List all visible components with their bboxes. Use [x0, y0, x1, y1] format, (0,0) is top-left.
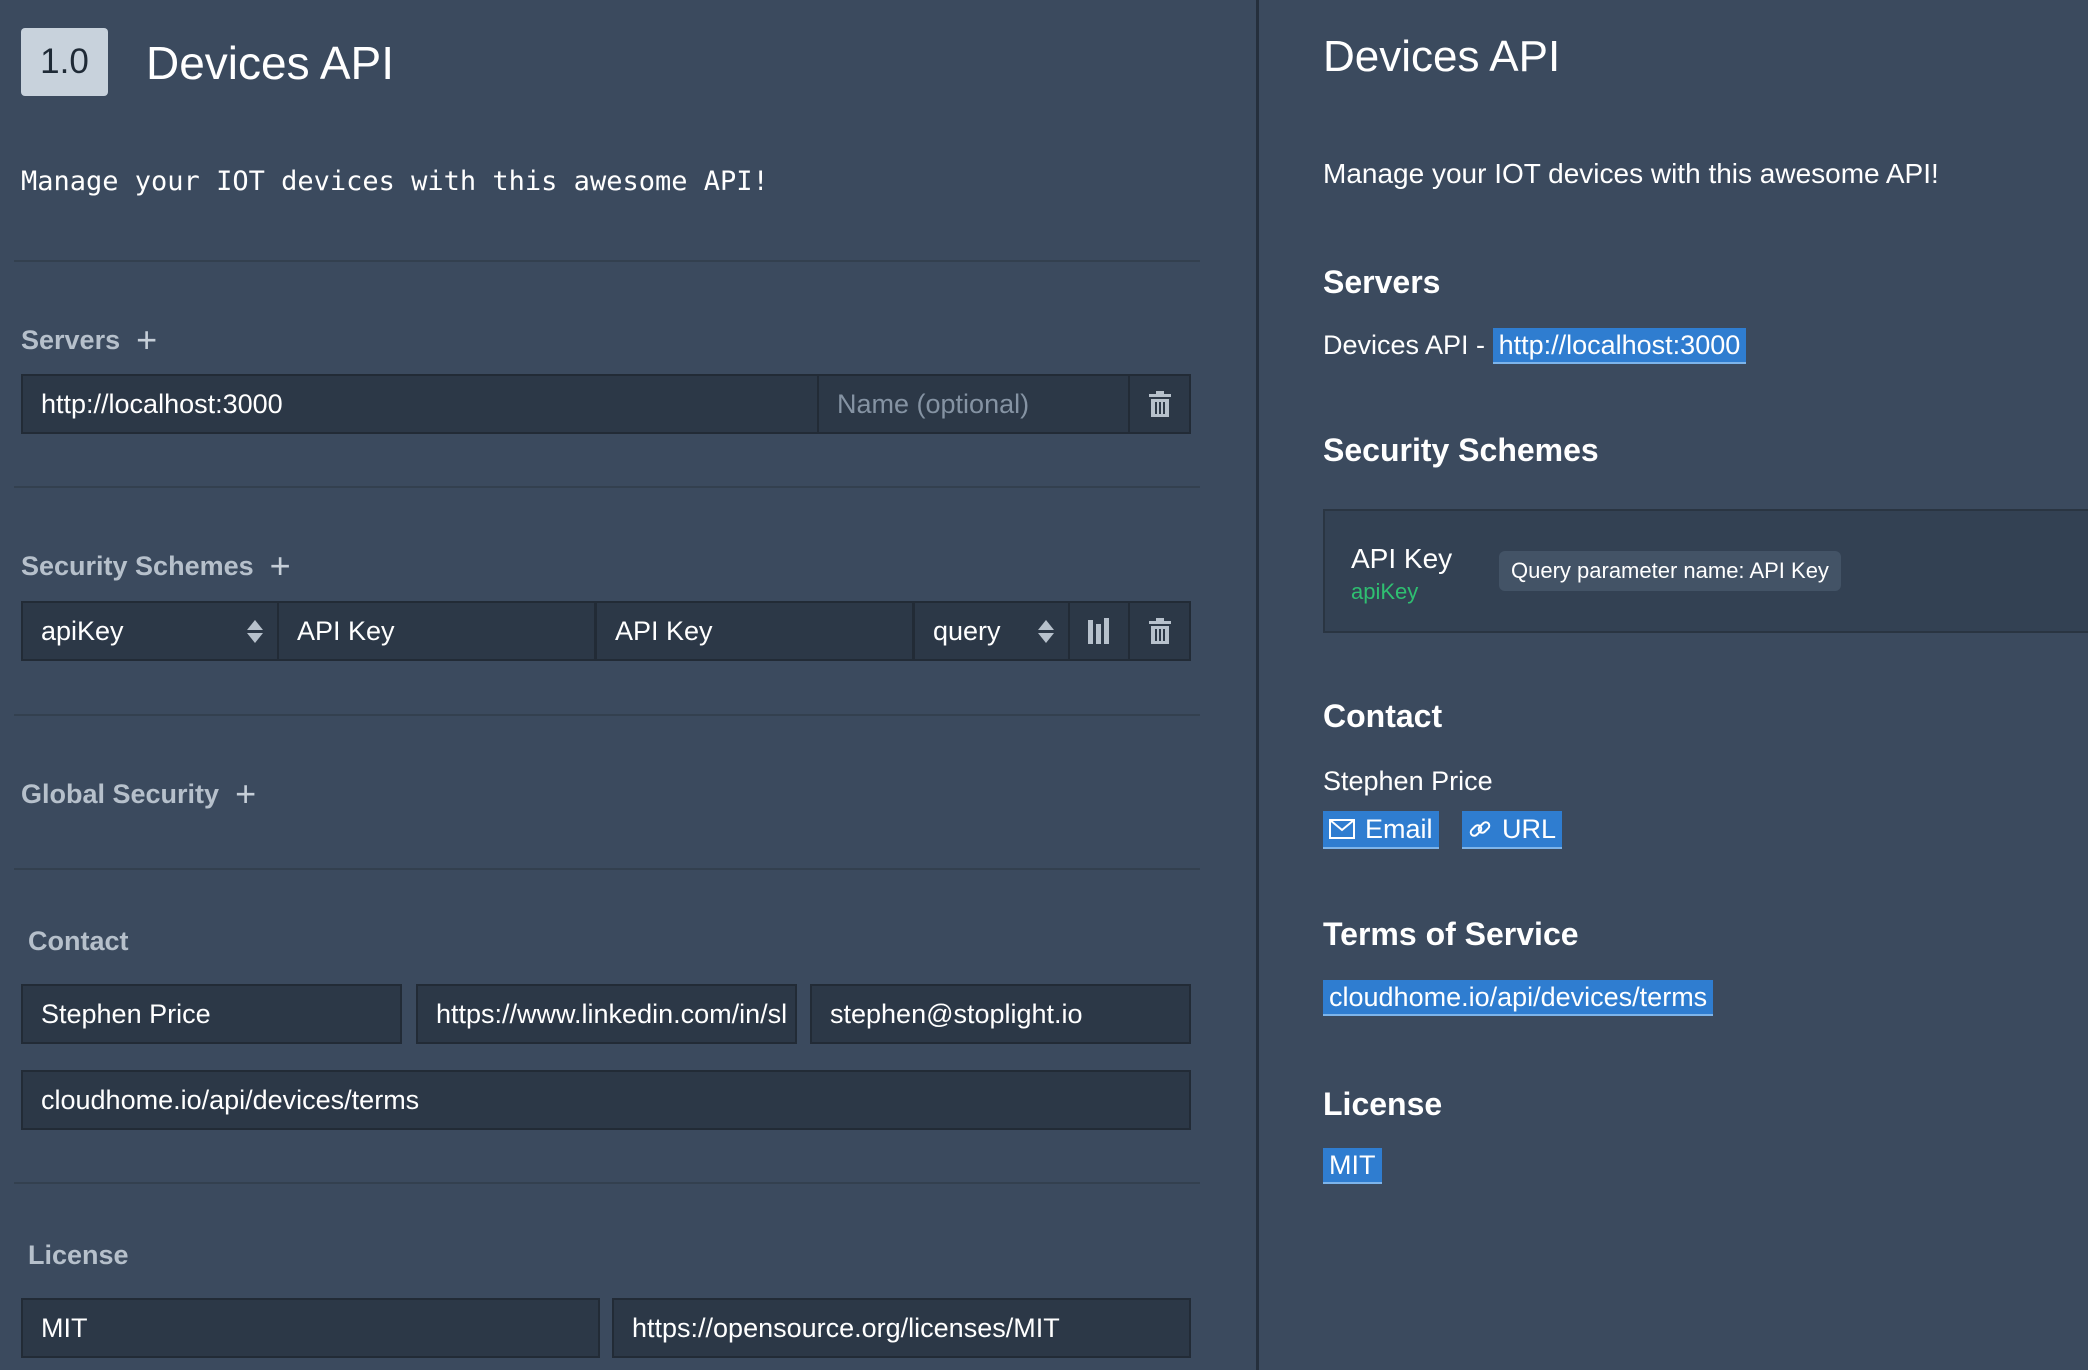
scheme-type-select[interactable]: apiKey	[21, 601, 279, 661]
email-label: Email	[1365, 813, 1433, 844]
contact-email-input[interactable]: stephen@stoplight.io	[810, 984, 1191, 1044]
divider	[14, 1182, 1200, 1184]
servers-section-label: Servers +	[21, 322, 157, 358]
license-url-input[interactable]: https://opensource.org/licenses/MIT	[612, 1298, 1191, 1358]
contact-name-input[interactable]: Stephen Price	[21, 984, 402, 1044]
scheme-type-value: apiKey	[41, 615, 124, 646]
trash-icon	[1148, 618, 1171, 644]
security-scheme-card: API Key apiKey Query parameter name: API…	[1323, 509, 2088, 633]
trash-icon	[1148, 391, 1171, 417]
api-title[interactable]: Devices API	[146, 36, 394, 90]
scheme-in-value: query	[933, 615, 1001, 646]
scheme-name-input[interactable]: API Key	[277, 601, 596, 661]
preview-server-name: Devices API -	[1323, 330, 1486, 360]
contact-label: Contact	[28, 926, 129, 956]
scheme-card-type: apiKey	[1351, 579, 1419, 604]
link-icon	[1469, 821, 1491, 837]
scheme-details-button[interactable]	[1068, 601, 1130, 661]
preview-servers-heading: Servers	[1323, 264, 1441, 300]
terms-of-service-input[interactable]: cloudhome.io/api/devices/terms	[21, 1070, 1191, 1130]
scheme-card-name: API Key	[1351, 543, 1453, 574]
sort-arrows-icon	[247, 619, 263, 643]
preview-contact-name: Stephen Price	[1323, 766, 1493, 796]
delete-server-button[interactable]	[1128, 374, 1191, 434]
license-label: License	[28, 1240, 129, 1270]
editor-panel: 1.0 Devices API Manage your IOT devices …	[0, 0, 1256, 1370]
preview-title: Devices API	[1323, 32, 1561, 81]
url-label: URL	[1502, 813, 1557, 844]
preview-tos-link[interactable]: cloudhome.io/api/devices/terms	[1323, 980, 1714, 1016]
servers-label: Servers	[21, 324, 121, 355]
divider	[14, 868, 1200, 870]
preview-license-line: MIT	[1323, 1148, 1382, 1184]
preview-server-url-link[interactable]: http://localhost:3000	[1492, 328, 1747, 364]
preview-tos-line: cloudhome.io/api/devices/terms	[1323, 980, 1714, 1016]
preview-tos-heading: Terms of Service	[1323, 916, 1579, 952]
contact-section-label: Contact	[28, 926, 129, 957]
contact-url-link[interactable]: URL	[1462, 811, 1563, 849]
preview-security-heading: Security Schemes	[1323, 432, 1599, 468]
envelope-icon	[1329, 819, 1355, 839]
contact-url-input[interactable]: https://www.linkedin.com/in/sl	[416, 984, 797, 1044]
preview-panel: Devices API Manage your IOT devices with…	[1259, 0, 2088, 1370]
version-badge[interactable]: 1.0	[21, 28, 108, 96]
api-description[interactable]: Manage your IOT devices with this awesom…	[21, 166, 769, 197]
global-security-label: Global Security	[21, 778, 220, 809]
app-window: 1.0 Devices API Manage your IOT devices …	[0, 0, 2088, 1370]
preview-contact-heading: Contact	[1323, 698, 1443, 734]
scheme-param-chip: Query parameter name: API Key	[1499, 551, 1841, 591]
columns-icon	[1088, 618, 1109, 644]
scheme-key-input[interactable]: API Key	[595, 601, 914, 661]
global-security-section-label: Global Security +	[21, 776, 256, 812]
security-schemes-label: Security Schemes	[21, 550, 254, 581]
sort-arrows-icon	[1038, 619, 1054, 643]
server-url-input[interactable]: http://localhost:3000	[21, 374, 819, 434]
scheme-in-select[interactable]: query	[913, 601, 1070, 661]
divider	[14, 260, 1200, 262]
delete-scheme-button[interactable]	[1128, 601, 1191, 661]
server-name-input[interactable]: Name (optional)	[817, 374, 1130, 434]
preview-license-heading: License	[1323, 1086, 1443, 1122]
divider	[14, 714, 1200, 716]
preview-license-link[interactable]: MIT	[1323, 1148, 1382, 1184]
security-schemes-section-label: Security Schemes +	[21, 548, 291, 584]
add-global-security-plus-icon[interactable]: +	[235, 776, 256, 812]
license-section-label: License	[28, 1240, 129, 1271]
add-security-scheme-plus-icon[interactable]: +	[270, 548, 291, 584]
add-server-plus-icon[interactable]: +	[136, 322, 157, 358]
preview-server-line: Devices API - http://localhost:3000	[1323, 328, 1747, 364]
divider	[14, 486, 1200, 488]
license-name-input[interactable]: MIT	[21, 1298, 600, 1358]
preview-description: Manage your IOT devices with this awesom…	[1323, 158, 1939, 189]
contact-email-link[interactable]: Email	[1323, 811, 1439, 849]
